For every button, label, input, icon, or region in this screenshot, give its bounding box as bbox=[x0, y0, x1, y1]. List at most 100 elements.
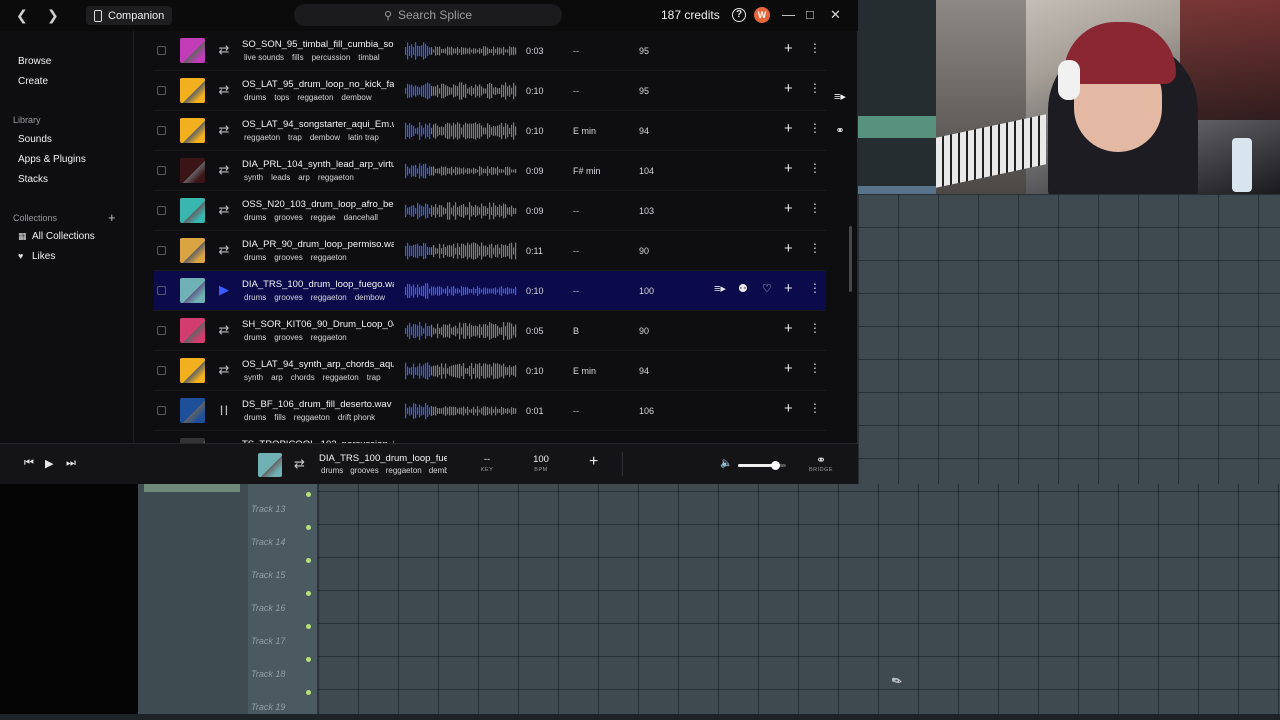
tag[interactable]: dembow bbox=[341, 93, 371, 102]
tag[interactable]: grooves bbox=[274, 293, 302, 302]
tag[interactable]: trap bbox=[288, 133, 302, 142]
waveform[interactable] bbox=[405, 360, 517, 382]
tag[interactable]: reggaeton bbox=[294, 413, 330, 422]
add-sample-button[interactable]: + bbox=[784, 40, 793, 57]
tag[interactable]: reggaeton bbox=[297, 93, 333, 102]
tag[interactable]: leads bbox=[271, 173, 290, 182]
tag[interactable]: reggaeton bbox=[323, 373, 359, 382]
more-options-icon[interactable]: ⋮ bbox=[809, 241, 821, 255]
tag[interactable]: synth bbox=[244, 173, 263, 182]
sample-row[interactable]: ⇄ SH_SOR_KIT06_90_Drum_Loop_04.wavdrumsgr… bbox=[154, 311, 826, 351]
sample-row[interactable]: ⇄ OS_LAT_94_synth_arp_chords_aqui synth arp… bbox=[154, 351, 826, 391]
companion-button[interactable]: Companion bbox=[86, 6, 173, 25]
tag[interactable]: reggaeton bbox=[311, 293, 347, 302]
tag[interactable]: synth bbox=[244, 373, 263, 382]
tag[interactable]: dembow bbox=[310, 133, 340, 142]
add-to-queue-icon[interactable]: ≡▸ bbox=[714, 282, 726, 295]
track-mute-led[interactable] bbox=[306, 525, 311, 530]
player-sample-name[interactable]: DIA_TRS_100_drum_loop_fuego.wav bbox=[319, 453, 447, 464]
credits-counter[interactable]: 187 credits bbox=[661, 8, 720, 22]
row-checkbox[interactable] bbox=[157, 326, 166, 335]
add-sample-button[interactable]: + bbox=[784, 280, 793, 297]
sample-artwork[interactable] bbox=[180, 278, 205, 303]
waveform[interactable] bbox=[405, 120, 517, 142]
sidebar-item-apps-plugins[interactable]: Apps & Plugins bbox=[18, 154, 86, 165]
row-checkbox[interactable] bbox=[157, 366, 166, 375]
help-icon[interactable]: ? bbox=[732, 8, 746, 22]
player-tag[interactable]: grooves bbox=[350, 466, 378, 475]
loop-icon[interactable]: ⇄ bbox=[216, 162, 232, 178]
tag[interactable]: arp bbox=[298, 173, 310, 182]
tag[interactable]: fills bbox=[292, 53, 304, 62]
close-icon[interactable]: ✕ bbox=[830, 7, 841, 23]
row-checkbox[interactable] bbox=[157, 406, 166, 415]
sample-artwork[interactable] bbox=[180, 78, 205, 103]
maximize-icon[interactable]: □ bbox=[806, 7, 814, 22]
tag[interactable]: percussion bbox=[312, 53, 351, 62]
loop-icon[interactable]: ⇄ bbox=[216, 362, 232, 378]
sample-name[interactable]: DIA_TRS_100_drum_loop_fuego.wav bbox=[242, 279, 394, 290]
waveform[interactable] bbox=[405, 40, 517, 62]
row-checkbox[interactable] bbox=[157, 206, 166, 215]
sample-name[interactable]: OSS_N20_103_drum_loop_afro_beat bbox=[242, 199, 394, 210]
playlist-queue-icon[interactable]: ≡▸ bbox=[830, 90, 850, 108]
sample-artwork[interactable] bbox=[180, 198, 205, 223]
tag[interactable]: live sounds bbox=[244, 53, 284, 62]
tag[interactable]: drums bbox=[244, 93, 266, 102]
sample-artwork[interactable] bbox=[180, 38, 205, 63]
back-icon[interactable]: ❮ bbox=[16, 7, 28, 24]
sample-name[interactable]: OS_LAT_95_drum_loop_no_kick_fan bbox=[242, 79, 394, 90]
waveform[interactable] bbox=[405, 240, 517, 262]
loop-icon[interactable]: ⇄ bbox=[216, 202, 232, 218]
sample-row[interactable]: ⇄ DIA_PR_90_drum_loop_permiso.wav drums gro… bbox=[154, 231, 826, 271]
previous-icon[interactable]: ⏮ bbox=[24, 457, 34, 470]
forward-icon[interactable]: ❯ bbox=[47, 7, 59, 24]
add-sample-button[interactable]: + bbox=[784, 400, 793, 417]
track-mute-led[interactable] bbox=[306, 558, 311, 563]
loop-icon[interactable]: ⇄ bbox=[216, 82, 232, 98]
volume-icon[interactable]: 🔈 bbox=[720, 458, 732, 469]
tag[interactable]: grooves bbox=[274, 213, 302, 222]
add-sample-button[interactable]: + bbox=[784, 200, 793, 217]
sample-row[interactable]: ┃┃ DS_BF_106_drum_fill_deserto.wav drums fi… bbox=[154, 391, 826, 431]
sidebar-item-stacks[interactable]: Stacks bbox=[18, 174, 48, 185]
loop-icon[interactable]: ⇄ bbox=[216, 42, 232, 58]
row-checkbox[interactable] bbox=[157, 246, 166, 255]
like-heart-icon[interactable]: ♡ bbox=[762, 282, 772, 295]
more-options-icon[interactable]: ⋮ bbox=[809, 201, 821, 215]
link-icon[interactable]: ⚭ bbox=[830, 124, 850, 142]
waveform[interactable] bbox=[405, 200, 517, 222]
tag[interactable]: reggaeton bbox=[244, 133, 280, 142]
tag[interactable]: reggaeton bbox=[311, 333, 347, 342]
minimize-icon[interactable]: — bbox=[782, 7, 795, 22]
row-checkbox[interactable] bbox=[157, 286, 166, 295]
tag[interactable]: grooves bbox=[274, 333, 302, 342]
sample-row[interactable]: ⇄TS_TROPICOOL_102_percussion_loop bbox=[154, 431, 826, 443]
loop-icon[interactable]: ⇄ bbox=[216, 242, 232, 258]
volume-slider[interactable] bbox=[738, 461, 786, 470]
sample-list-scrollbar[interactable] bbox=[849, 226, 852, 292]
more-options-icon[interactable]: ⋮ bbox=[809, 281, 821, 295]
more-options-icon[interactable]: ⋮ bbox=[809, 321, 821, 335]
tag[interactable]: drums bbox=[244, 333, 266, 342]
track-mute-led[interactable] bbox=[306, 492, 311, 497]
tag[interactable]: tops bbox=[274, 93, 289, 102]
more-options-icon[interactable]: ⋮ bbox=[809, 41, 821, 55]
more-options-icon[interactable]: ⋮ bbox=[809, 81, 821, 95]
bridge-button[interactable]: ⚭ BRIDGE bbox=[808, 453, 834, 473]
avatar[interactable]: W bbox=[754, 7, 770, 23]
tag[interactable]: reggaeton bbox=[318, 173, 354, 182]
more-options-icon[interactable]: ⋮ bbox=[809, 161, 821, 175]
similar-sounds-icon[interactable]: ⚉ bbox=[738, 282, 748, 295]
track-label[interactable]: Track 19 bbox=[251, 702, 285, 712]
row-checkbox[interactable] bbox=[157, 126, 166, 135]
track-mute-led[interactable] bbox=[306, 591, 311, 596]
waveform[interactable] bbox=[405, 160, 517, 182]
sample-name[interactable]: DIA_PR_90_drum_loop_permiso.wav bbox=[242, 239, 394, 250]
sample-row[interactable]: ⇄ OSS_N20_103_drum_loop_afro_beat drums gro… bbox=[154, 191, 826, 231]
tag[interactable]: drums bbox=[244, 413, 266, 422]
tag[interactable]: reggae bbox=[311, 213, 336, 222]
tag[interactable]: dembow bbox=[355, 293, 385, 302]
tag[interactable]: fills bbox=[274, 413, 286, 422]
loop-icon[interactable]: ⇄ bbox=[216, 122, 232, 138]
